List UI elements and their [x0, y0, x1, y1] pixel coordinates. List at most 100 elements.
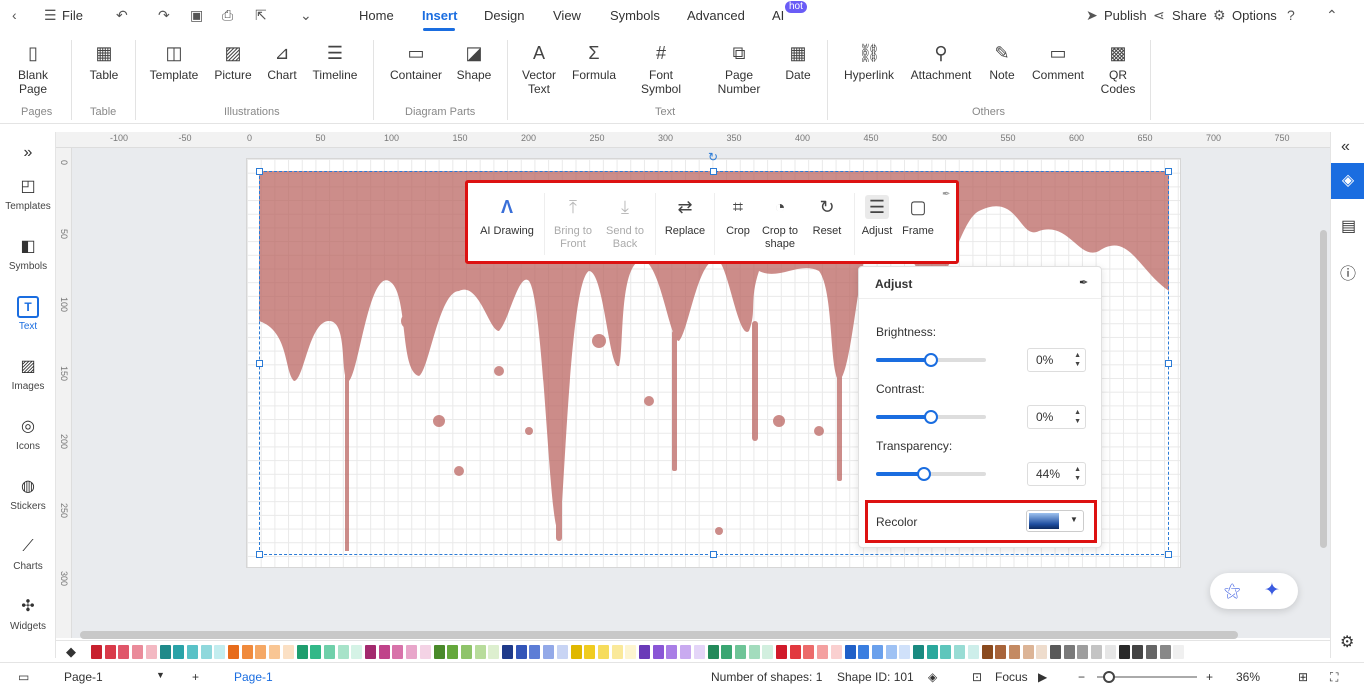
color-swatch[interactable]: [337, 645, 349, 659]
color-swatch[interactable]: [556, 645, 568, 659]
options-button[interactable]: Options: [1232, 8, 1277, 23]
contrast-input[interactable]: 0% ▲ ▼: [1027, 405, 1086, 429]
color-swatch[interactable]: [899, 645, 911, 659]
crop-button[interactable]: ⌗ Crop: [720, 195, 756, 238]
expand-sidebar-button[interactable]: »: [0, 142, 56, 167]
send-to-back-button[interactable]: ⤓ Send to Back: [602, 195, 648, 251]
color-swatch[interactable]: [625, 645, 637, 659]
zoom-knob[interactable]: [1103, 671, 1115, 683]
color-swatch[interactable]: [515, 645, 527, 659]
color-swatch[interactable]: [1050, 645, 1061, 659]
color-swatch[interactable]: [1118, 645, 1130, 659]
color-swatch[interactable]: [392, 645, 404, 659]
color-swatch[interactable]: [1022, 645, 1034, 659]
color-swatch[interactable]: [447, 645, 459, 659]
more-icon[interactable]: ⌄: [300, 8, 312, 22]
document-icon[interactable]: ▤: [1341, 216, 1356, 236]
color-swatch[interactable]: [132, 645, 144, 659]
color-swatch[interactable]: [91, 645, 102, 659]
note-button[interactable]: ✎ Note: [984, 42, 1020, 82]
color-swatch[interactable]: [748, 645, 760, 659]
color-swatch[interactable]: [913, 645, 924, 659]
focus-icon[interactable]: ⊡: [972, 670, 982, 684]
sidebar-item-icons[interactable]: ◎ Icons: [0, 416, 56, 452]
color-swatch[interactable]: [529, 645, 541, 659]
rotate-handle-icon[interactable]: ↻: [708, 150, 718, 164]
color-swatch[interactable]: [762, 645, 774, 659]
zoom-out-icon[interactable]: −: [1078, 670, 1085, 684]
color-swatch[interactable]: [351, 645, 363, 659]
color-swatch[interactable]: [789, 645, 801, 659]
paint-bucket-icon[interactable]: ◆: [66, 644, 76, 660]
sidebar-item-images[interactable]: ▨ Images: [0, 356, 56, 392]
back-icon[interactable]: ‹: [12, 8, 17, 22]
color-swatch[interactable]: [104, 645, 116, 659]
settings-icon[interactable]: ⚙: [1340, 632, 1354, 652]
zoom-in-icon[interactable]: +: [1206, 670, 1213, 684]
hamburger-icon[interactable]: ☰: [44, 8, 57, 22]
help-circle-icon[interactable]: ⓘ: [1340, 260, 1356, 284]
chart-button[interactable]: ⊿ Chart: [264, 42, 300, 82]
pin-icon[interactable]: ✒: [942, 189, 950, 200]
brightness-input[interactable]: 0% ▲ ▼: [1027, 348, 1086, 372]
resize-handle[interactable]: [1165, 551, 1172, 558]
color-swatch[interactable]: [776, 645, 787, 659]
brightness-slider[interactable]: [876, 353, 986, 367]
color-swatch[interactable]: [858, 645, 870, 659]
color-swatch[interactable]: [844, 645, 856, 659]
recolor-row[interactable]: Recolor ▼: [865, 500, 1097, 543]
color-swatch[interactable]: [693, 645, 705, 659]
color-swatch[interactable]: [310, 645, 322, 659]
contrast-slider[interactable]: [876, 410, 986, 424]
color-swatch[interactable]: [214, 645, 226, 659]
color-swatch[interactable]: [502, 645, 513, 659]
resize-handle[interactable]: [710, 551, 717, 558]
color-swatch[interactable]: [1091, 645, 1103, 659]
color-swatch[interactable]: [584, 645, 596, 659]
tab-ai[interactable]: AI: [772, 8, 784, 23]
resize-handle[interactable]: [256, 551, 263, 558]
reset-button[interactable]: ↻ Reset: [808, 195, 846, 238]
color-swatch[interactable]: [652, 645, 664, 659]
fit-page-icon[interactable]: ⊞: [1298, 670, 1308, 684]
color-swatch[interactable]: [817, 645, 829, 659]
color-swatch[interactable]: [460, 645, 472, 659]
file-menu[interactable]: File: [62, 8, 83, 23]
zoom-slider[interactable]: [1097, 671, 1197, 683]
color-swatch[interactable]: [707, 645, 719, 659]
horizontal-scrollbar[interactable]: [80, 631, 1238, 639]
color-swatch[interactable]: [543, 645, 555, 659]
page-tab[interactable]: Page-1: [234, 670, 273, 684]
tab-advanced[interactable]: Advanced: [687, 8, 745, 23]
vector-text-button[interactable]: A Vector Text: [518, 42, 560, 96]
play-icon[interactable]: ▶: [1038, 670, 1047, 684]
sidebar-item-templates[interactable]: ◰ Templates: [0, 176, 56, 212]
color-swatch[interactable]: [570, 645, 582, 659]
sidebar-item-stickers[interactable]: ◍ Stickers: [0, 476, 56, 512]
pin-icon[interactable]: ✒: [1079, 276, 1088, 289]
export-icon[interactable]: ⇱: [255, 8, 267, 22]
color-swatch[interactable]: [200, 645, 212, 659]
resize-handle[interactable]: [1165, 360, 1172, 367]
color-swatch[interactable]: [666, 645, 678, 659]
color-swatch[interactable]: [885, 645, 897, 659]
color-swatch[interactable]: [1104, 645, 1116, 659]
layers-icon[interactable]: ◈: [928, 670, 937, 684]
color-swatch[interactable]: [639, 645, 650, 659]
sidebar-item-charts[interactable]: ⟋ Charts: [0, 536, 56, 572]
publish-button[interactable]: Publish: [1104, 8, 1147, 23]
ai-drawing-button[interactable]: Λ AI Drawing: [476, 195, 538, 238]
collapse-ribbon-icon[interactable]: ⌃: [1326, 8, 1338, 22]
color-swatch[interactable]: [1008, 645, 1020, 659]
sparkle-icon[interactable]: ✦: [1264, 579, 1280, 602]
resize-handle[interactable]: [710, 168, 717, 175]
hyperlink-button[interactable]: ⛓ Hyperlink: [840, 42, 898, 82]
color-swatch[interactable]: [871, 645, 883, 659]
color-swatch[interactable]: [1036, 645, 1048, 659]
color-swatch[interactable]: [1132, 645, 1144, 659]
recolor-dropdown[interactable]: ▼: [1026, 510, 1084, 532]
color-swatch[interactable]: [611, 645, 623, 659]
magic-wand-icon[interactable]: ⚝: [1224, 581, 1241, 601]
fill-style-icon[interactable]: ◈: [1331, 163, 1364, 199]
color-swatch[interactable]: [1159, 645, 1171, 659]
